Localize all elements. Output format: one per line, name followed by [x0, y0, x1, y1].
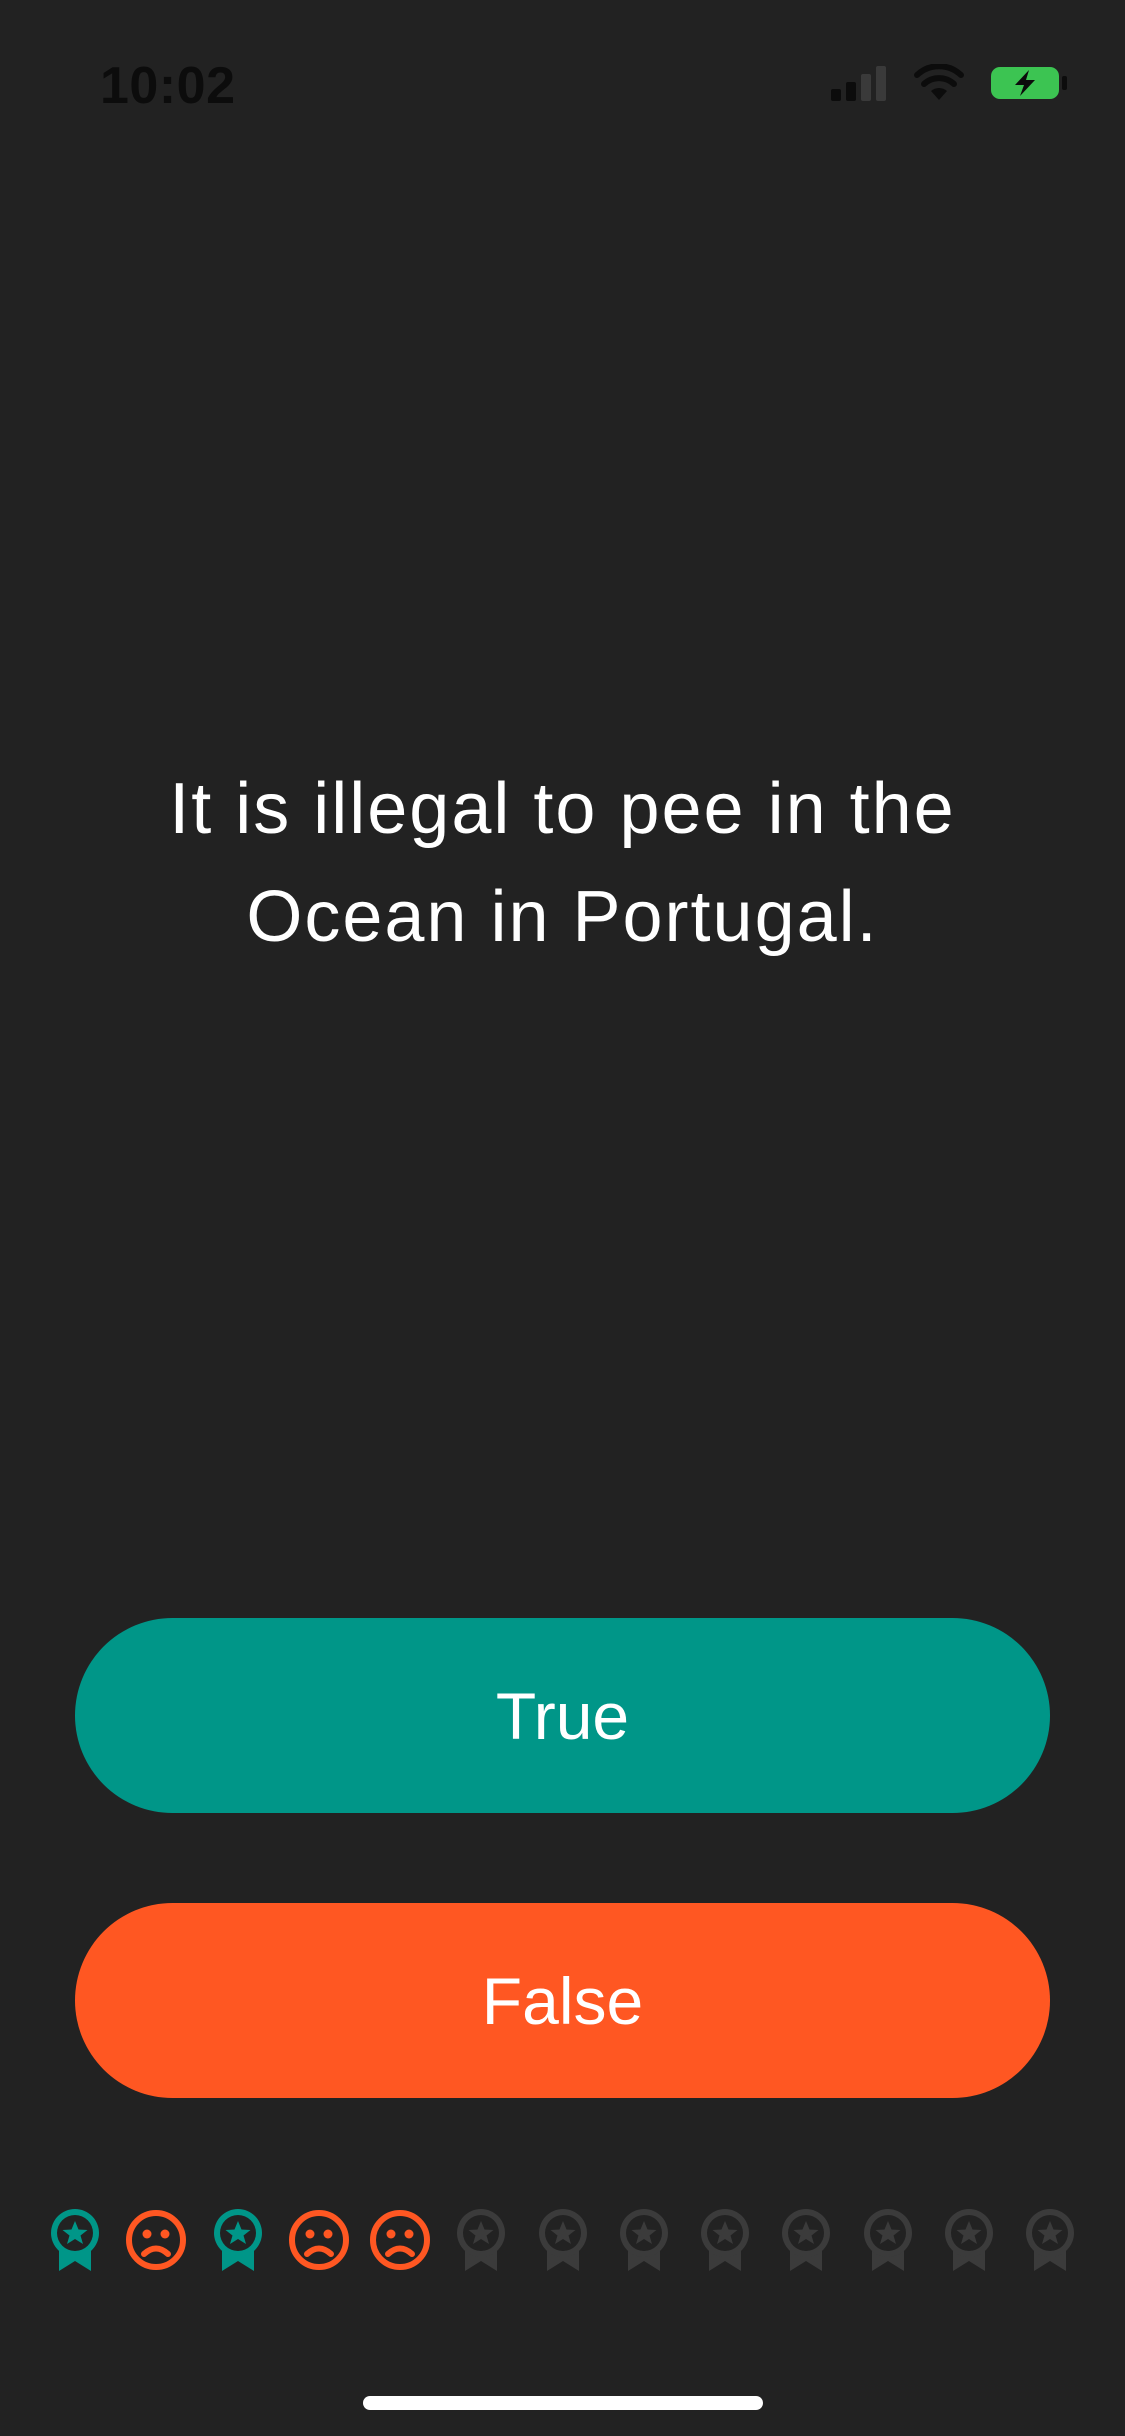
wifi-icon	[913, 64, 965, 102]
sad-face-wrong-icon	[284, 2200, 354, 2280]
status-time: 10:02	[100, 57, 236, 115]
medal-pending-icon	[934, 2200, 1004, 2280]
progress-indicator	[40, 2200, 1085, 2280]
medal-pending-icon	[690, 2200, 760, 2280]
question-text: It is illegal to pee in the Ocean in Por…	[169, 769, 956, 957]
sad-face-wrong-icon	[121, 2200, 191, 2280]
false-button[interactable]: False	[75, 1903, 1050, 2098]
medal-pending-icon	[853, 2200, 923, 2280]
status-icons	[829, 64, 1069, 102]
medal-correct-icon	[203, 2200, 273, 2280]
medal-pending-icon	[609, 2200, 679, 2280]
medal-correct-icon	[40, 2200, 110, 2280]
sad-face-wrong-icon	[365, 2200, 435, 2280]
true-button[interactable]: True	[75, 1618, 1050, 1813]
medal-pending-icon	[446, 2200, 516, 2280]
cellular-signal-icon	[829, 65, 889, 101]
status-bar: 10:02	[0, 0, 1125, 150]
medal-pending-icon	[1015, 2200, 1085, 2280]
medal-pending-icon	[771, 2200, 841, 2280]
medal-pending-icon	[528, 2200, 598, 2280]
home-indicator	[363, 2396, 763, 2410]
battery-charging-icon	[989, 64, 1069, 102]
